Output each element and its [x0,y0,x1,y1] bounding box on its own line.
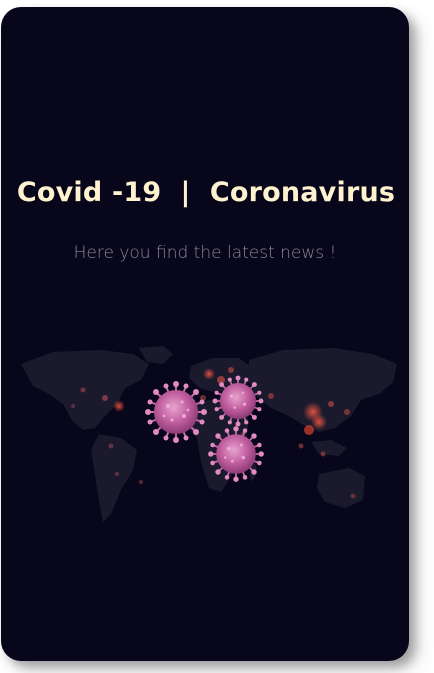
splash-card: Covid -19 | Coronavirus Here you find th… [1,7,409,661]
world-map-illustration [21,346,397,522]
virus-icon [145,381,207,443]
page-subtitle: Here you find the latest news ! [73,243,337,263]
page-title: Covid -19 | Coronavirus [16,177,396,208]
virus-icon [212,375,264,427]
virus-icon [208,426,264,482]
